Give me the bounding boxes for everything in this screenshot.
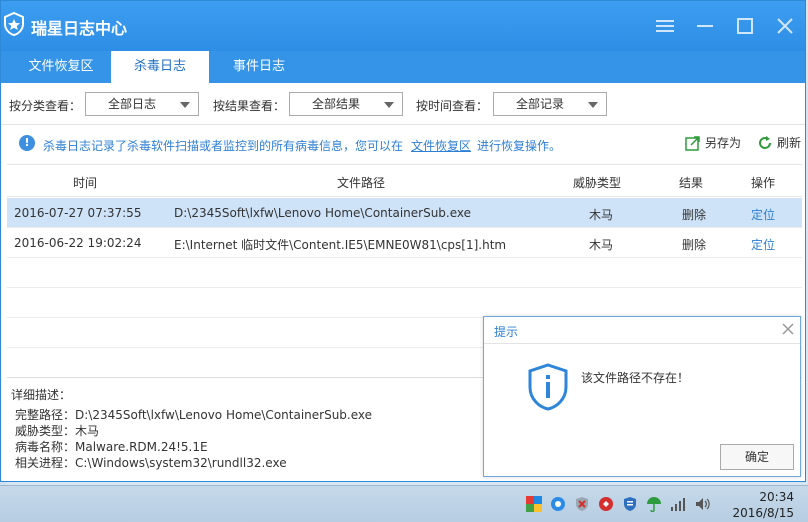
result-filter-value: 全部结果 <box>312 97 361 111</box>
column-header-time[interactable]: 时间 <box>73 174 97 191</box>
chevron-down-icon <box>180 102 190 108</box>
taskbar-clock[interactable]: 20:34 2016/8/15 <box>732 489 794 521</box>
row-threat: 木马 <box>589 208 614 222</box>
tray-volume-icon[interactable] <box>690 493 714 515</box>
maximize-button[interactable] <box>725 11 765 41</box>
time-filter-value: 全部记录 <box>516 97 565 111</box>
tray-security-icon[interactable] <box>570 493 594 515</box>
refresh-icon <box>759 135 771 149</box>
detail-full-path: 完整路径：D:\2345Soft\lxfw\Lenovo Home\Contai… <box>15 408 373 422</box>
result-filter-label: 按结果查看： <box>213 99 286 113</box>
save-as-button[interactable]: 另存为 <box>685 134 741 151</box>
table-row[interactable]: 2016-06-22 19:02:24 E:\Internet 临时文件\Con… <box>7 228 802 258</box>
menu-button[interactable] <box>645 11 685 41</box>
info-icon: ! <box>19 135 35 151</box>
detail-threat-type: 威胁类型：木马 <box>15 424 100 438</box>
column-header-action[interactable]: 操作 <box>751 174 775 191</box>
signal-icon <box>671 498 685 511</box>
category-filter-label: 按分类查看： <box>9 99 82 113</box>
close-icon <box>777 18 793 34</box>
category-filter-value: 全部日志 <box>108 97 157 111</box>
tray-browser-icon[interactable] <box>546 493 570 515</box>
tab-scan-log[interactable]: 杀毒日志 <box>111 51 209 83</box>
shield-icon <box>576 497 588 511</box>
column-header-result[interactable]: 结果 <box>679 174 703 191</box>
info-bar: ! 杀毒日志记录了杀毒软件扫描或者监控到的所有病毒信息，您可以在 文件恢复区 进行恢… <box>7 125 802 163</box>
dialog-close-icon[interactable] <box>780 321 796 337</box>
time-filter-select[interactable]: 全部记录 <box>493 92 607 116</box>
detail-process: 相关进程：C:\Windows\system32\rundll32.exe <box>15 456 287 470</box>
detail-heading: 详细描述： <box>11 388 72 402</box>
minimize-icon <box>697 25 713 27</box>
export-icon <box>685 135 700 151</box>
browser-icon <box>551 497 565 511</box>
empty-table-row <box>7 258 802 288</box>
row-time: 2016-07-27 07:37:55 <box>14 206 142 220</box>
detail-virus-name: 病毒名称：Malware.RDM.24!5.1E <box>15 440 208 454</box>
time-filter-label: 按时间查看： <box>416 99 489 113</box>
info-shield-icon <box>528 363 568 411</box>
row-path: D:\2345Soft\lxfw\Lenovo Home\ContainerSu… <box>174 206 472 220</box>
result-filter-select[interactable]: 全部结果 <box>289 92 403 116</box>
tray-app-icon[interactable] <box>522 493 546 515</box>
row-path: E:\Internet 临时文件\Content.IE5\EMNE0W81\cp… <box>174 238 507 252</box>
table-header: 时间 文件路径 威胁类型 结果 操作 <box>7 165 802 197</box>
row-threat: 木马 <box>589 238 614 252</box>
umbrella-icon <box>647 497 661 512</box>
clock-date: 2016/8/15 <box>732 506 794 520</box>
refresh-button[interactable]: 刷新 <box>757 134 801 151</box>
category-filter-select[interactable]: 全部日志 <box>85 92 199 116</box>
empty-table-row <box>7 288 802 318</box>
info-text-before: 杀毒日志记录了杀毒软件扫描或者监控到的所有病毒信息，您可以在 <box>43 139 404 153</box>
filter-bar: 按分类查看： 全部日志 按结果查看： 全部结果 按时间查看： 全部记录 <box>1 83 805 125</box>
close-button[interactable] <box>765 11 805 41</box>
colored-app-icon <box>526 496 542 512</box>
tab-bar: 文件恢复区 杀毒日志 事件日志 <box>1 51 805 83</box>
chevron-down-icon <box>588 102 598 108</box>
rising-tray-icon <box>599 497 613 511</box>
clock-time: 20:34 <box>759 490 794 504</box>
firewall-icon <box>624 497 636 511</box>
dialog-title: 提示 <box>494 325 519 339</box>
tray-network-icon[interactable] <box>666 493 690 515</box>
tray-firewall-icon[interactable] <box>618 493 642 515</box>
row-result: 删除 <box>682 208 707 222</box>
row-time: 2016-06-22 19:02:24 <box>14 236 142 250</box>
menu-icon <box>656 20 674 32</box>
table-row[interactable]: 2016-07-27 07:37:55 D:\2345Soft\lxfw\Len… <box>7 198 802 228</box>
system-tray <box>522 493 714 515</box>
ok-button[interactable]: 确定 <box>720 444 794 470</box>
column-header-threat[interactable]: 威胁类型 <box>573 174 621 191</box>
tray-rising-icon[interactable] <box>594 493 618 515</box>
maximize-icon <box>737 18 753 34</box>
taskbar: 20:34 2016/8/15 <box>0 485 808 522</box>
dialog-divider <box>484 343 800 344</box>
tab-file-recovery[interactable]: 文件恢复区 <box>11 51 111 83</box>
prompt-dialog: 提示 该文件路径不存在！ 确定 <box>483 316 801 477</box>
file-recovery-link[interactable]: 文件恢复区 <box>411 139 471 153</box>
info-message: 杀毒日志记录了杀毒软件扫描或者监控到的所有病毒信息，您可以在 文件恢复区 进行恢复操… <box>43 137 561 154</box>
locate-link[interactable]: 定位 <box>751 236 775 253</box>
info-text-after: 进行恢复操作。 <box>477 139 562 153</box>
row-result: 删除 <box>682 238 707 252</box>
tray-umbrella-icon[interactable] <box>642 493 666 515</box>
rising-logo-icon <box>4 11 24 37</box>
tab-event-log[interactable]: 事件日志 <box>209 51 309 83</box>
locate-link[interactable]: 定位 <box>751 206 775 223</box>
app-title: 瑞星日志中心 <box>31 19 128 38</box>
chevron-down-icon <box>384 102 394 108</box>
minimize-button[interactable] <box>685 11 725 41</box>
title-bar[interactable]: 瑞星日志中心 <box>1 1 805 51</box>
refresh-label: 刷新 <box>777 136 802 150</box>
dialog-message: 该文件路径不存在！ <box>581 371 690 385</box>
save-as-label: 另存为 <box>705 136 742 150</box>
column-header-path[interactable]: 文件路径 <box>337 174 385 191</box>
volume-icon <box>696 498 710 510</box>
